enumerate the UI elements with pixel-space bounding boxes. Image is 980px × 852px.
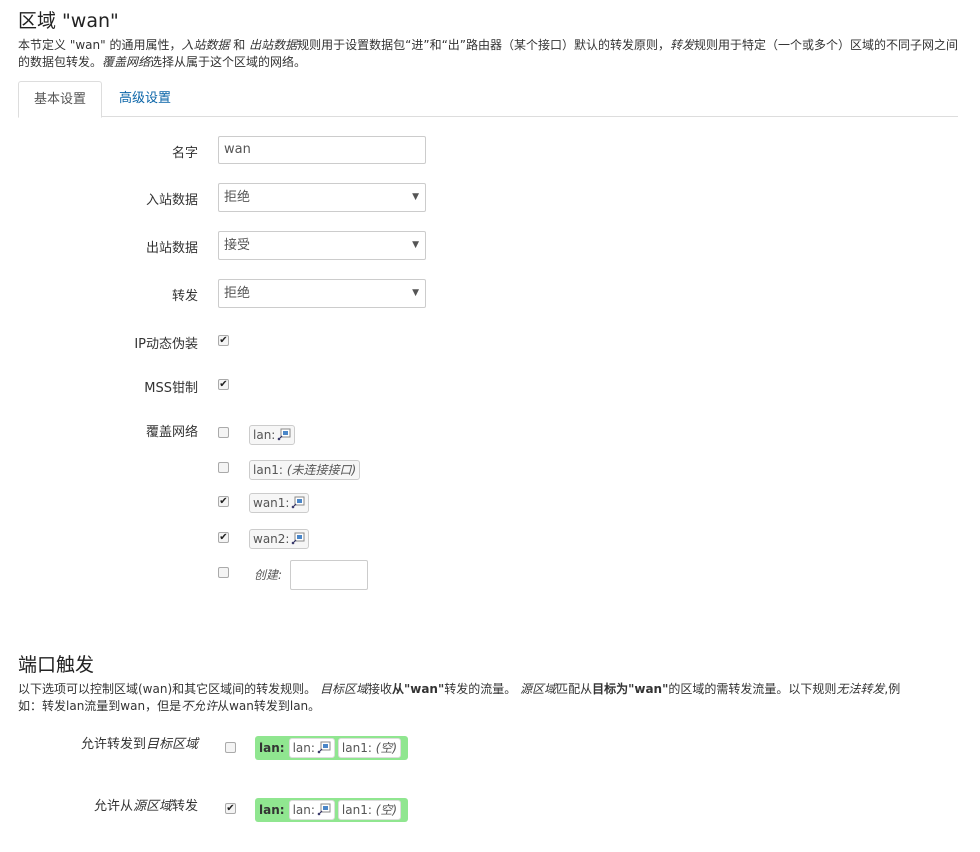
input-policy-select[interactable]: 拒绝 ▼ bbox=[218, 183, 426, 212]
forward-policy-value: 拒绝 bbox=[224, 286, 251, 301]
src-zone-badge[interactable]: lan: lan: lan1: (空) bbox=[255, 798, 409, 822]
network-port-icon bbox=[317, 741, 331, 754]
network-wan1-checkbox[interactable]: ✔ bbox=[218, 496, 229, 507]
output-policy-value: 接受 bbox=[224, 238, 251, 253]
dest-zone-lan1-badge: lan1: (空) bbox=[337, 738, 402, 758]
masquerading-label: IP动态伪装 bbox=[134, 337, 198, 352]
forwarding-title: 端口触发 bbox=[18, 654, 95, 676]
network-port-icon bbox=[277, 428, 291, 441]
input-policy-label: 入站数据 bbox=[145, 193, 198, 208]
network-port-icon bbox=[292, 532, 305, 545]
chevron-down-icon: ▼ bbox=[412, 192, 419, 202]
chevron-down-icon: ▼ bbox=[412, 240, 419, 250]
dest-zone-lan-badge: lan: bbox=[288, 738, 335, 758]
forward-policy-label: 转发 bbox=[171, 289, 198, 304]
forwarding-description: 以下选项可以控制区域(wan)和其它区域间的转发规则。 目标区域接收从"wan"… bbox=[18, 682, 901, 713]
chevron-down-icon: ▼ bbox=[412, 288, 419, 298]
name-input[interactable]: wan bbox=[218, 136, 426, 164]
forward-policy-select[interactable]: 拒绝 ▼ bbox=[218, 279, 426, 308]
create-network-label: 创建: bbox=[254, 568, 283, 582]
input-policy-value: 拒绝 bbox=[224, 190, 251, 205]
mss-clamping-checkbox[interactable]: ✔ bbox=[218, 379, 229, 390]
network-wan1-badge[interactable]: wan1: bbox=[249, 493, 310, 513]
create-network-input[interactable] bbox=[290, 560, 368, 590]
network-lan1-badge[interactable]: lan1: (未连接接口) bbox=[249, 460, 361, 480]
allow-forward-to-dest-checkbox[interactable] bbox=[225, 742, 236, 753]
network-port-icon bbox=[292, 496, 305, 509]
output-policy-select[interactable]: 接受 ▼ bbox=[218, 231, 426, 260]
network-lan-checkbox[interactable] bbox=[218, 427, 229, 438]
tab-advanced[interactable]: 高级设置 bbox=[104, 81, 186, 116]
covered-networks-label: 覆盖网络 bbox=[145, 425, 198, 440]
src-zone-lan-badge: lan: bbox=[288, 800, 335, 820]
network-wan2-badge[interactable]: wan2: bbox=[249, 529, 310, 549]
zone-title: 区域 "wan" bbox=[18, 10, 119, 32]
masquerading-checkbox[interactable]: ✔ bbox=[218, 335, 229, 346]
dest-zone-badge[interactable]: lan: lan: lan1: (空) bbox=[255, 736, 409, 760]
network-port-icon bbox=[317, 803, 331, 816]
name-label: 名字 bbox=[171, 146, 198, 161]
network-create-checkbox[interactable] bbox=[218, 567, 229, 578]
allow-forward-from-src-checkbox[interactable]: ✔ bbox=[225, 803, 236, 814]
src-zone-lan1-badge: lan1: (空) bbox=[337, 800, 402, 820]
allow-forward-from-src-label: 允许从源区域转发 bbox=[93, 799, 198, 814]
network-lan1-checkbox[interactable] bbox=[218, 462, 229, 473]
tab-basic[interactable]: 基本设置 bbox=[18, 81, 103, 118]
network-lan-badge[interactable]: lan: bbox=[249, 425, 296, 445]
dest-zone-name: lan: bbox=[259, 741, 285, 755]
mss-clamping-label: MSS钳制 bbox=[144, 381, 198, 396]
src-zone-name: lan: bbox=[259, 803, 285, 817]
network-wan2-checkbox[interactable]: ✔ bbox=[218, 532, 229, 543]
output-policy-label: 出站数据 bbox=[145, 241, 198, 256]
allow-forward-to-dest-label: 允许转发到目标区域 bbox=[80, 737, 198, 752]
tab-bar: 基本设置 高级设置 bbox=[18, 81, 958, 118]
zone-description: 本节定义 "wan" 的通用属性，入站数据 和 出站数据规则用于设置数据包“进”… bbox=[18, 38, 959, 69]
